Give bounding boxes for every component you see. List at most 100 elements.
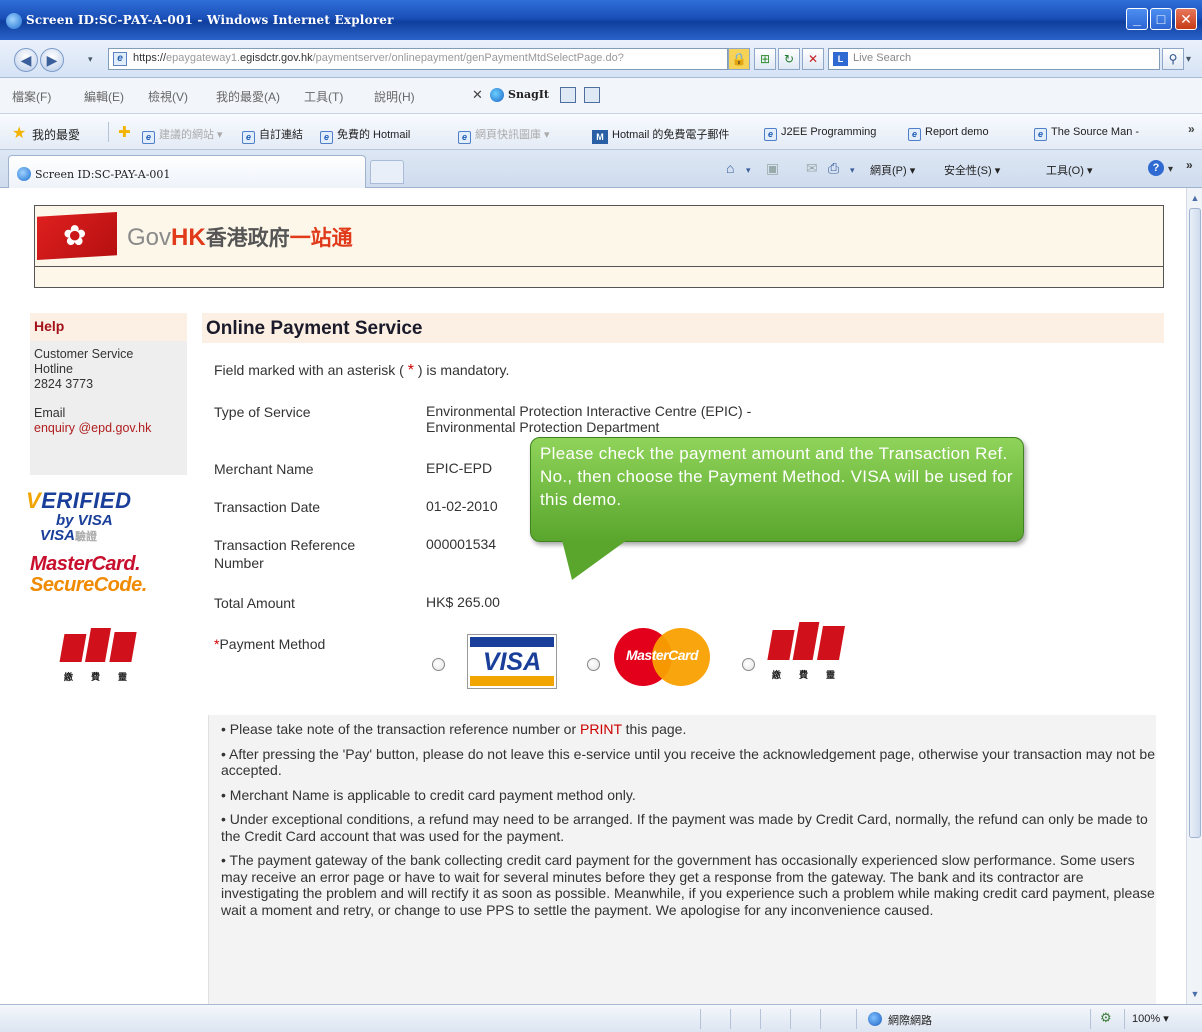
- ie-page-icon: e: [764, 128, 777, 141]
- email-link[interactable]: enquiry @epd.gov.hk: [34, 421, 183, 436]
- pps-logo[interactable]: 繳 費 靈: [766, 620, 846, 680]
- ie-page-icon: e: [458, 131, 471, 144]
- page-title: Online Payment Service: [202, 313, 1164, 343]
- print-link[interactable]: PRINT: [580, 721, 622, 737]
- home-icon[interactable]: ⌂: [726, 160, 734, 176]
- date-label: Transaction Date: [214, 499, 321, 515]
- capture-window-icon[interactable]: [560, 87, 576, 103]
- ie-page-icon: e: [320, 131, 333, 144]
- reference-label: Transaction Reference Number: [214, 537, 356, 571]
- forward-button[interactable]: ▶: [40, 48, 64, 72]
- mastercard-logo[interactable]: MasterCard: [614, 628, 710, 686]
- help-icon[interactable]: ?: [1148, 160, 1164, 176]
- ie-tab-icon: [17, 167, 31, 181]
- fav-suggested-sites[interactable]: e 建議的網站 ▾: [142, 126, 223, 144]
- service-value: Environmental Protection Interactive Cen…: [426, 403, 752, 435]
- capture-region-icon[interactable]: [584, 87, 600, 103]
- feeds-icon[interactable]: ▣: [766, 160, 779, 177]
- page-menu[interactable]: 網頁(P) ▾: [870, 162, 915, 178]
- fav-custom-links[interactable]: e 自訂連結: [242, 126, 303, 144]
- hotmail-icon: M: [592, 130, 608, 144]
- ie-page-icon: e: [1034, 128, 1047, 141]
- visa-logo[interactable]: VISA: [467, 634, 557, 689]
- close-toolbar-icon[interactable]: ✕: [472, 87, 483, 103]
- add-favorite-icon[interactable]: ✚: [118, 123, 131, 141]
- hotline-number: 2824 3773: [34, 377, 94, 391]
- banner-divider: [35, 266, 1163, 267]
- search-icon[interactable]: ⚲: [1162, 48, 1184, 70]
- compatibility-icon[interactable]: ⊞: [754, 48, 776, 70]
- more-commands-icon[interactable]: »: [1186, 158, 1193, 172]
- snagit-icon[interactable]: [490, 88, 504, 102]
- separator: [108, 122, 109, 142]
- ie-page-icon: e: [142, 131, 155, 144]
- help-title: Help: [30, 313, 187, 341]
- scroll-up-icon[interactable]: ▲: [1188, 190, 1202, 206]
- live-search-icon: L: [833, 52, 848, 66]
- address-bar: ◀ ▶ ▾ e https://epaygateway1.egisdctr.go…: [0, 40, 1202, 78]
- tab-current[interactable]: Screen ID:SC-PAY-A-001: [8, 155, 366, 188]
- zoom-level[interactable]: 100% ▾: [1132, 1012, 1169, 1025]
- help-dropdown-icon[interactable]: ▾: [1168, 164, 1173, 175]
- note-print: • Please take note of the transaction re…: [221, 721, 687, 737]
- vertical-scrollbar[interactable]: ▲ ▼: [1186, 188, 1202, 1004]
- scroll-thumb[interactable]: [1189, 208, 1201, 838]
- menu-file[interactable]: 檔案(F): [12, 88, 51, 105]
- back-button[interactable]: ◀: [14, 48, 38, 72]
- radio-pps[interactable]: [742, 658, 755, 671]
- callout-pointer: [562, 540, 627, 580]
- internet-zone-icon: [868, 1012, 882, 1026]
- payment-method-options: VISA MasterCard 繳 費 靈: [432, 622, 932, 698]
- help-panel: Help Customer Service Hotline 2824 3773 …: [30, 313, 187, 475]
- home-dropdown-icon[interactable]: ▾: [746, 165, 751, 176]
- refresh-icon[interactable]: ↻: [778, 48, 800, 70]
- maximize-button[interactable]: □: [1150, 8, 1172, 30]
- note-pay-button: • After pressing the 'Pay' button, pleas…: [221, 745, 1156, 779]
- menu-tools[interactable]: 工具(T): [304, 88, 343, 105]
- safety-menu[interactable]: 安全性(S) ▾: [944, 162, 1000, 178]
- menu-view[interactable]: 檢視(V): [148, 88, 188, 105]
- favorites-bar: ★ 我的最愛 ✚ e 建議的網站 ▾ e 自訂連結 e 免費的 Hotmail e 網頁…: [0, 114, 1202, 150]
- close-button[interactable]: ✕: [1175, 8, 1197, 30]
- favorites-star-icon[interactable]: ★: [12, 123, 26, 143]
- fav-web-slice-gallery[interactable]: e 網頁快訊圖庫 ▾: [458, 126, 550, 144]
- print-dropdown-icon[interactable]: ▾: [850, 165, 855, 176]
- minimize-button[interactable]: _: [1126, 8, 1148, 30]
- protected-mode-icon[interactable]: ⚙: [1100, 1010, 1112, 1026]
- menu-favorites[interactable]: 我的最愛(A): [216, 88, 280, 105]
- scroll-down-icon[interactable]: ▼: [1188, 986, 1202, 1002]
- callout-bubble: Please check the payment amount and the …: [530, 437, 1024, 542]
- url-input[interactable]: e https://epaygateway1.egisdctr.gov.hk/p…: [108, 48, 728, 70]
- fav-source-man[interactable]: e The Source Man -: [1034, 126, 1139, 141]
- govhk-logo[interactable]: GovHK香港政府一站通: [127, 222, 353, 252]
- print-icon[interactable]: ⎙: [828, 160, 839, 177]
- hk-flag-icon: ✿: [37, 212, 117, 260]
- history-dropdown-icon[interactable]: ▾: [88, 54, 93, 65]
- tools-menu[interactable]: 工具(O) ▾: [1046, 162, 1092, 178]
- new-tab-button[interactable]: [370, 160, 404, 184]
- menu-help[interactable]: 說明(H): [374, 88, 415, 105]
- radio-visa[interactable]: [432, 658, 445, 671]
- favorites-button[interactable]: 我的最愛: [32, 126, 80, 143]
- mastercard-securecode-logo: MasterCard. SecureCode.: [30, 553, 147, 596]
- snagit-button[interactable]: SnagIt: [508, 88, 549, 101]
- search-options-icon[interactable]: ▾: [1186, 54, 1191, 65]
- security-zone: 網際網路: [888, 1015, 932, 1027]
- page-icon: e: [113, 52, 127, 66]
- radio-mastercard[interactable]: [587, 658, 600, 671]
- hotline-label: Customer Service Hotline: [34, 347, 134, 376]
- lock-icon[interactable]: 🔒: [728, 48, 750, 70]
- search-input[interactable]: L Live Search: [828, 48, 1160, 70]
- fav-hotmail-email[interactable]: M Hotmail 的免費電子郵件: [592, 126, 729, 144]
- fav-hotmail[interactable]: e 免費的 Hotmail: [320, 126, 410, 144]
- verified-by-visa-logo: VERIFIED by VISA VISA驗證: [26, 488, 132, 544]
- title-bar: Screen ID:SC-PAY-A-001 - Windows Interne…: [0, 0, 1202, 40]
- stop-icon[interactable]: ✕: [802, 48, 824, 70]
- window-title: Screen ID:SC-PAY-A-001 - Windows Interne…: [26, 13, 394, 27]
- fav-j2ee[interactable]: e J2EE Programming: [764, 126, 876, 141]
- more-favorites-icon[interactable]: »: [1188, 122, 1195, 136]
- menu-edit[interactable]: 編輯(E): [84, 88, 124, 105]
- fav-report-demo[interactable]: e Report demo: [908, 126, 989, 141]
- merchant-label: Merchant Name: [214, 461, 314, 477]
- mail-icon[interactable]: ✉: [806, 160, 818, 177]
